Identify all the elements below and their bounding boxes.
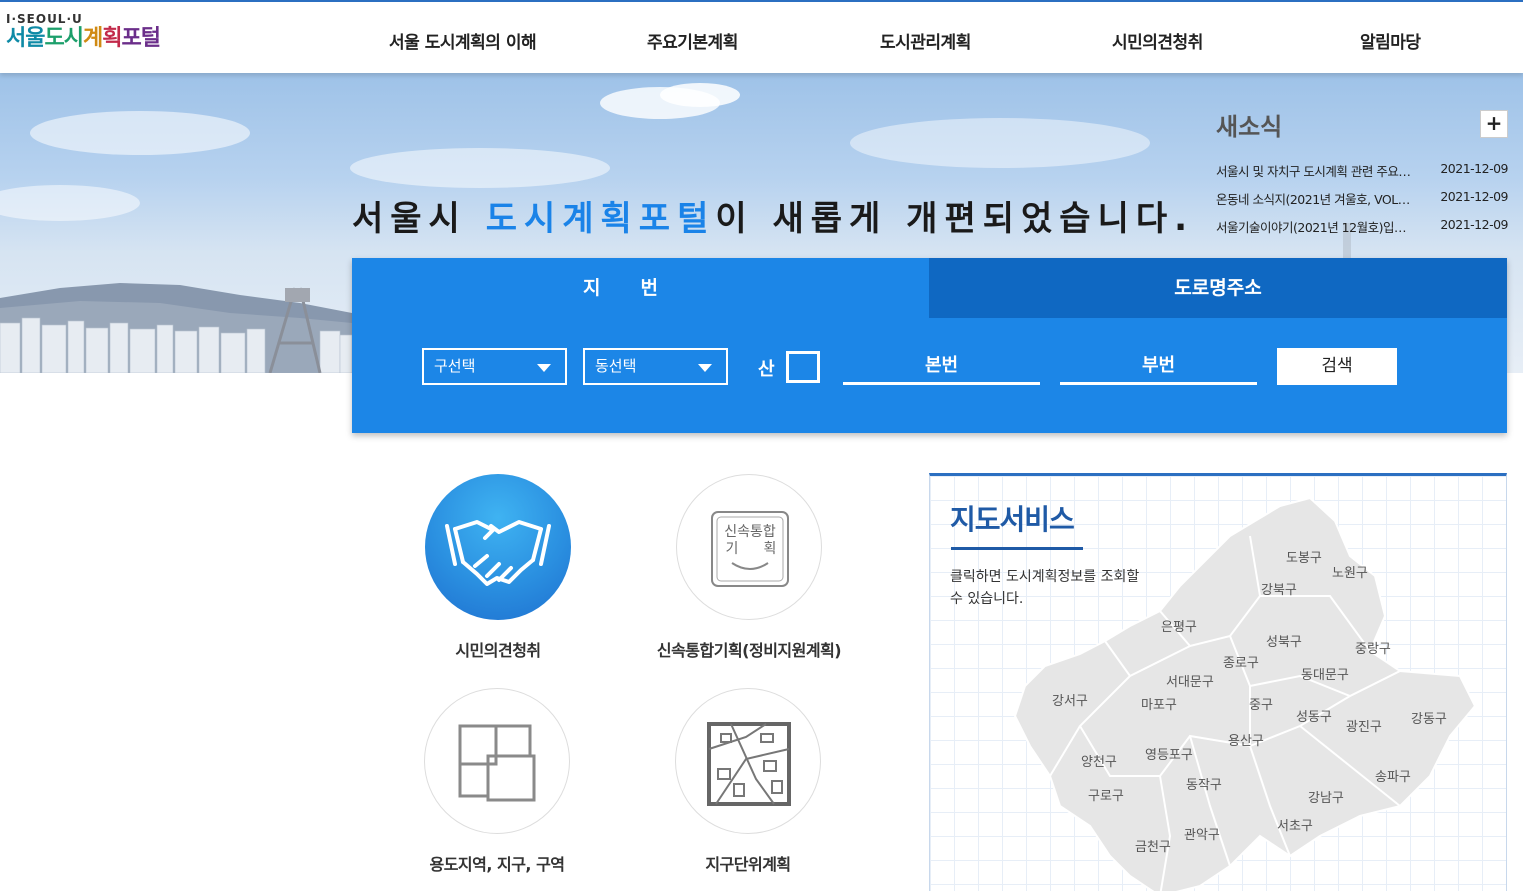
logo-slogan: I·SEOUL·U [6,12,83,26]
district-plan-service[interactable] [675,688,821,834]
district-plan-icon [707,722,791,806]
news-item-date: 2021-12-09 [1440,189,1508,204]
gu-select[interactable]: 구선택 [422,348,567,385]
top-header: I·SEOUL·U 서울도시계획포털 서울 도시계획의 이해 주요기본계획 도시… [0,0,1523,73]
district-label[interactable]: 광진구 [1346,720,1382,735]
district-label[interactable]: 종로구 [1223,656,1259,671]
hero-title-prefix: 서울시 [352,199,486,239]
service-label[interactable]: 신속통합기획(정비지원계획) [622,637,876,661]
logo-part: 서울 [6,26,45,51]
logo-part: 포털 [121,26,160,51]
nav-item-understanding[interactable]: 서울 도시계획의 이해 [389,28,537,53]
hero-title-suffix: 이 새롭게 개편되었습니다. [715,199,1195,239]
district-label[interactable]: 서대문구 [1166,675,1214,690]
bonbeon-input[interactable] [843,348,1040,385]
district-label[interactable]: 성북구 [1266,635,1302,650]
district-label[interactable]: 강남구 [1308,791,1344,806]
seoul-district-map[interactable]: 도봉구 노원구 강북구 은평구 성북구 중랑구 종로구 서대문구 동대문구 강서… [930,476,1507,891]
logo-part: 계 [82,26,103,51]
citizen-opinion-service[interactable] [425,474,571,620]
district-label[interactable]: 동대문구 [1301,668,1349,683]
san-checkbox[interactable] [786,351,820,383]
district-label[interactable]: 강서구 [1052,694,1088,709]
logo-part: 도시 [44,26,83,51]
rapid-icon-text-2: 기 [726,541,739,557]
district-label[interactable]: 관악구 [1184,828,1220,843]
district-label[interactable]: 구로구 [1088,789,1124,804]
nav-item-basic-plans[interactable]: 주요기본계획 [647,28,738,53]
news-item-date: 2021-12-09 [1440,161,1508,176]
district-label[interactable]: 성동구 [1296,710,1332,725]
news-item-text[interactable]: 서울기술이야기(2021년 12월호)입… [1216,217,1416,236]
district-label[interactable]: 영등포구 [1145,748,1193,763]
district-label[interactable]: 은평구 [1161,620,1197,635]
district-label[interactable]: 강동구 [1411,712,1447,727]
logo-part: 획 [102,26,122,51]
district-label[interactable]: 용산구 [1228,734,1264,749]
dong-select-value: 동선택 [595,357,637,375]
rapid-icon-text-3: 획 [764,541,777,557]
gu-select-value: 구선택 [434,357,476,375]
search-button[interactable]: 검색 [1277,348,1397,385]
zoning-icon [458,724,536,802]
district-label[interactable]: 송파구 [1375,770,1411,785]
district-label[interactable]: 동작구 [1186,778,1222,793]
district-label[interactable]: 도봉구 [1286,551,1322,566]
district-label[interactable]: 마포구 [1141,698,1177,713]
district-label[interactable]: 양천구 [1081,755,1117,770]
district-label[interactable]: 중랑구 [1355,642,1391,657]
logo-title: 서울도시계획포털 [6,26,161,52]
rapid-planning-icon: 신속통합 기 획 [711,511,789,587]
dong-select[interactable]: 동선택 [583,348,728,385]
hero-title-highlight: 도시계획포털 [485,199,716,239]
map-service-panel: 지도서비스 클릭하면 도시계획정보를 조회할 수 있습니다. 도봉구 노원구 강… [929,473,1507,891]
district-label[interactable]: 서초구 [1277,819,1313,834]
service-label[interactable]: 시민의견청취 [425,637,571,661]
district-label[interactable]: 금천구 [1135,840,1171,855]
nav-item-notice[interactable]: 알림마당 [1360,28,1421,53]
news-item-text[interactable]: 서울시 및 자치구 도시계획 관련 주요… [1216,161,1416,180]
news-more-button[interactable]: + [1480,110,1508,138]
page: I·SEOUL·U 서울도시계획포털 서울 도시계획의 이해 주요기본계획 도시… [0,0,1523,891]
district-label[interactable]: 노원구 [1332,566,1368,581]
chevron-down-icon [537,364,551,372]
address-search-panel: 지번 도로명주소 구선택 동선택 산 검색 [352,258,1507,433]
nav-item-management-plans[interactable]: 도시관리계획 [880,28,971,53]
rapid-planning-service[interactable]: 신속통합 기 획 [676,474,822,620]
site-logo[interactable]: I·SEOUL·U 서울도시계획포털 [6,12,161,52]
bubeon-input[interactable] [1060,348,1257,385]
service-label[interactable]: 용도지역, 지구, 구역 [397,851,597,875]
news-item-text[interactable]: 온동네 소식지(2021년 겨울호, VOL… [1216,189,1416,208]
district-label[interactable]: 중구 [1249,698,1273,713]
rapid-icon-text-1: 신속통합 [724,524,776,540]
district-label[interactable]: 강북구 [1261,583,1297,598]
nav-item-citizen-opinion[interactable]: 시민의견청취 [1112,28,1203,53]
san-label: 산 [758,359,775,380]
news-panel: 새소식 + 서울시 및 자치구 도시계획 관련 주요… 2021-12-09 온… [1216,107,1511,235]
news-title: 새소식 [1216,113,1283,141]
tab-road-address[interactable]: 도로명주소 [929,258,1507,318]
service-label[interactable]: 지구단위계획 [648,851,848,875]
zoning-service[interactable] [424,688,570,834]
chevron-down-icon [698,364,712,372]
tab-jibeon[interactable]: 지번 [352,258,929,318]
news-item-date: 2021-12-09 [1440,217,1508,232]
handshake-icon [445,520,551,586]
hero-title: 서울시 도시계획포털이 새롭게 개편되었습니다. [352,191,1194,240]
